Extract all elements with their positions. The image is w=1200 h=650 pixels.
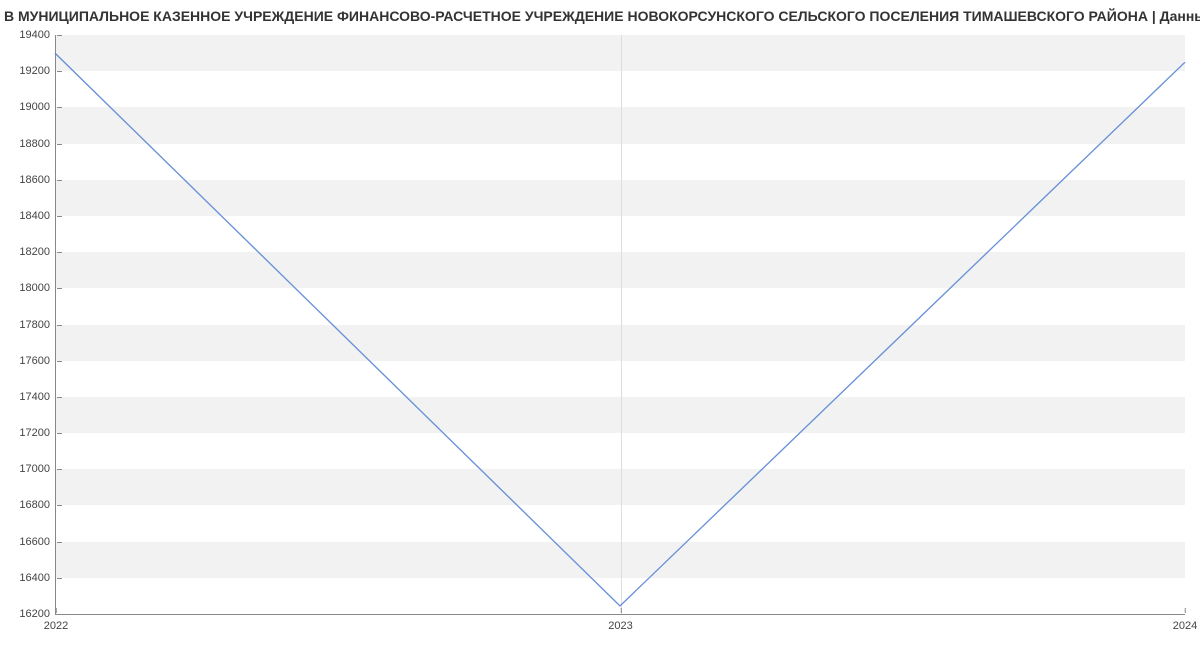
- chart-title: В МУНИЦИПАЛЬНОЕ КАЗЕННОЕ УЧРЕЖДЕНИЕ ФИНА…: [0, 0, 1200, 28]
- line-series: [55, 35, 1185, 615]
- y-tick-label: 19200: [19, 65, 56, 77]
- y-tick-label: 18000: [19, 282, 56, 294]
- y-tick-label: 16600: [19, 536, 56, 548]
- chart-plot-area: 1620016400166001680017000172001740017600…: [55, 35, 1185, 615]
- y-tick-label: 17400: [19, 391, 56, 403]
- y-tick-label: 19400: [19, 29, 56, 41]
- y-tick-label: 16400: [19, 572, 56, 584]
- y-tick-label: 17600: [19, 355, 56, 367]
- y-tick-label: 19000: [19, 101, 56, 113]
- y-tick-label: 17000: [19, 463, 56, 475]
- y-tick-label: 17200: [19, 427, 56, 439]
- x-tick-label: 2024: [1173, 614, 1197, 632]
- y-tick-label: 18400: [19, 210, 56, 222]
- y-tick-label: 17800: [19, 319, 56, 331]
- x-tick-label: 2022: [44, 614, 68, 632]
- y-tick-label: 18200: [19, 246, 56, 258]
- y-tick-label: 16800: [19, 499, 56, 511]
- x-tick-label: 2023: [608, 614, 632, 632]
- y-tick-label: 18800: [19, 138, 56, 150]
- y-tick-label: 18600: [19, 174, 56, 186]
